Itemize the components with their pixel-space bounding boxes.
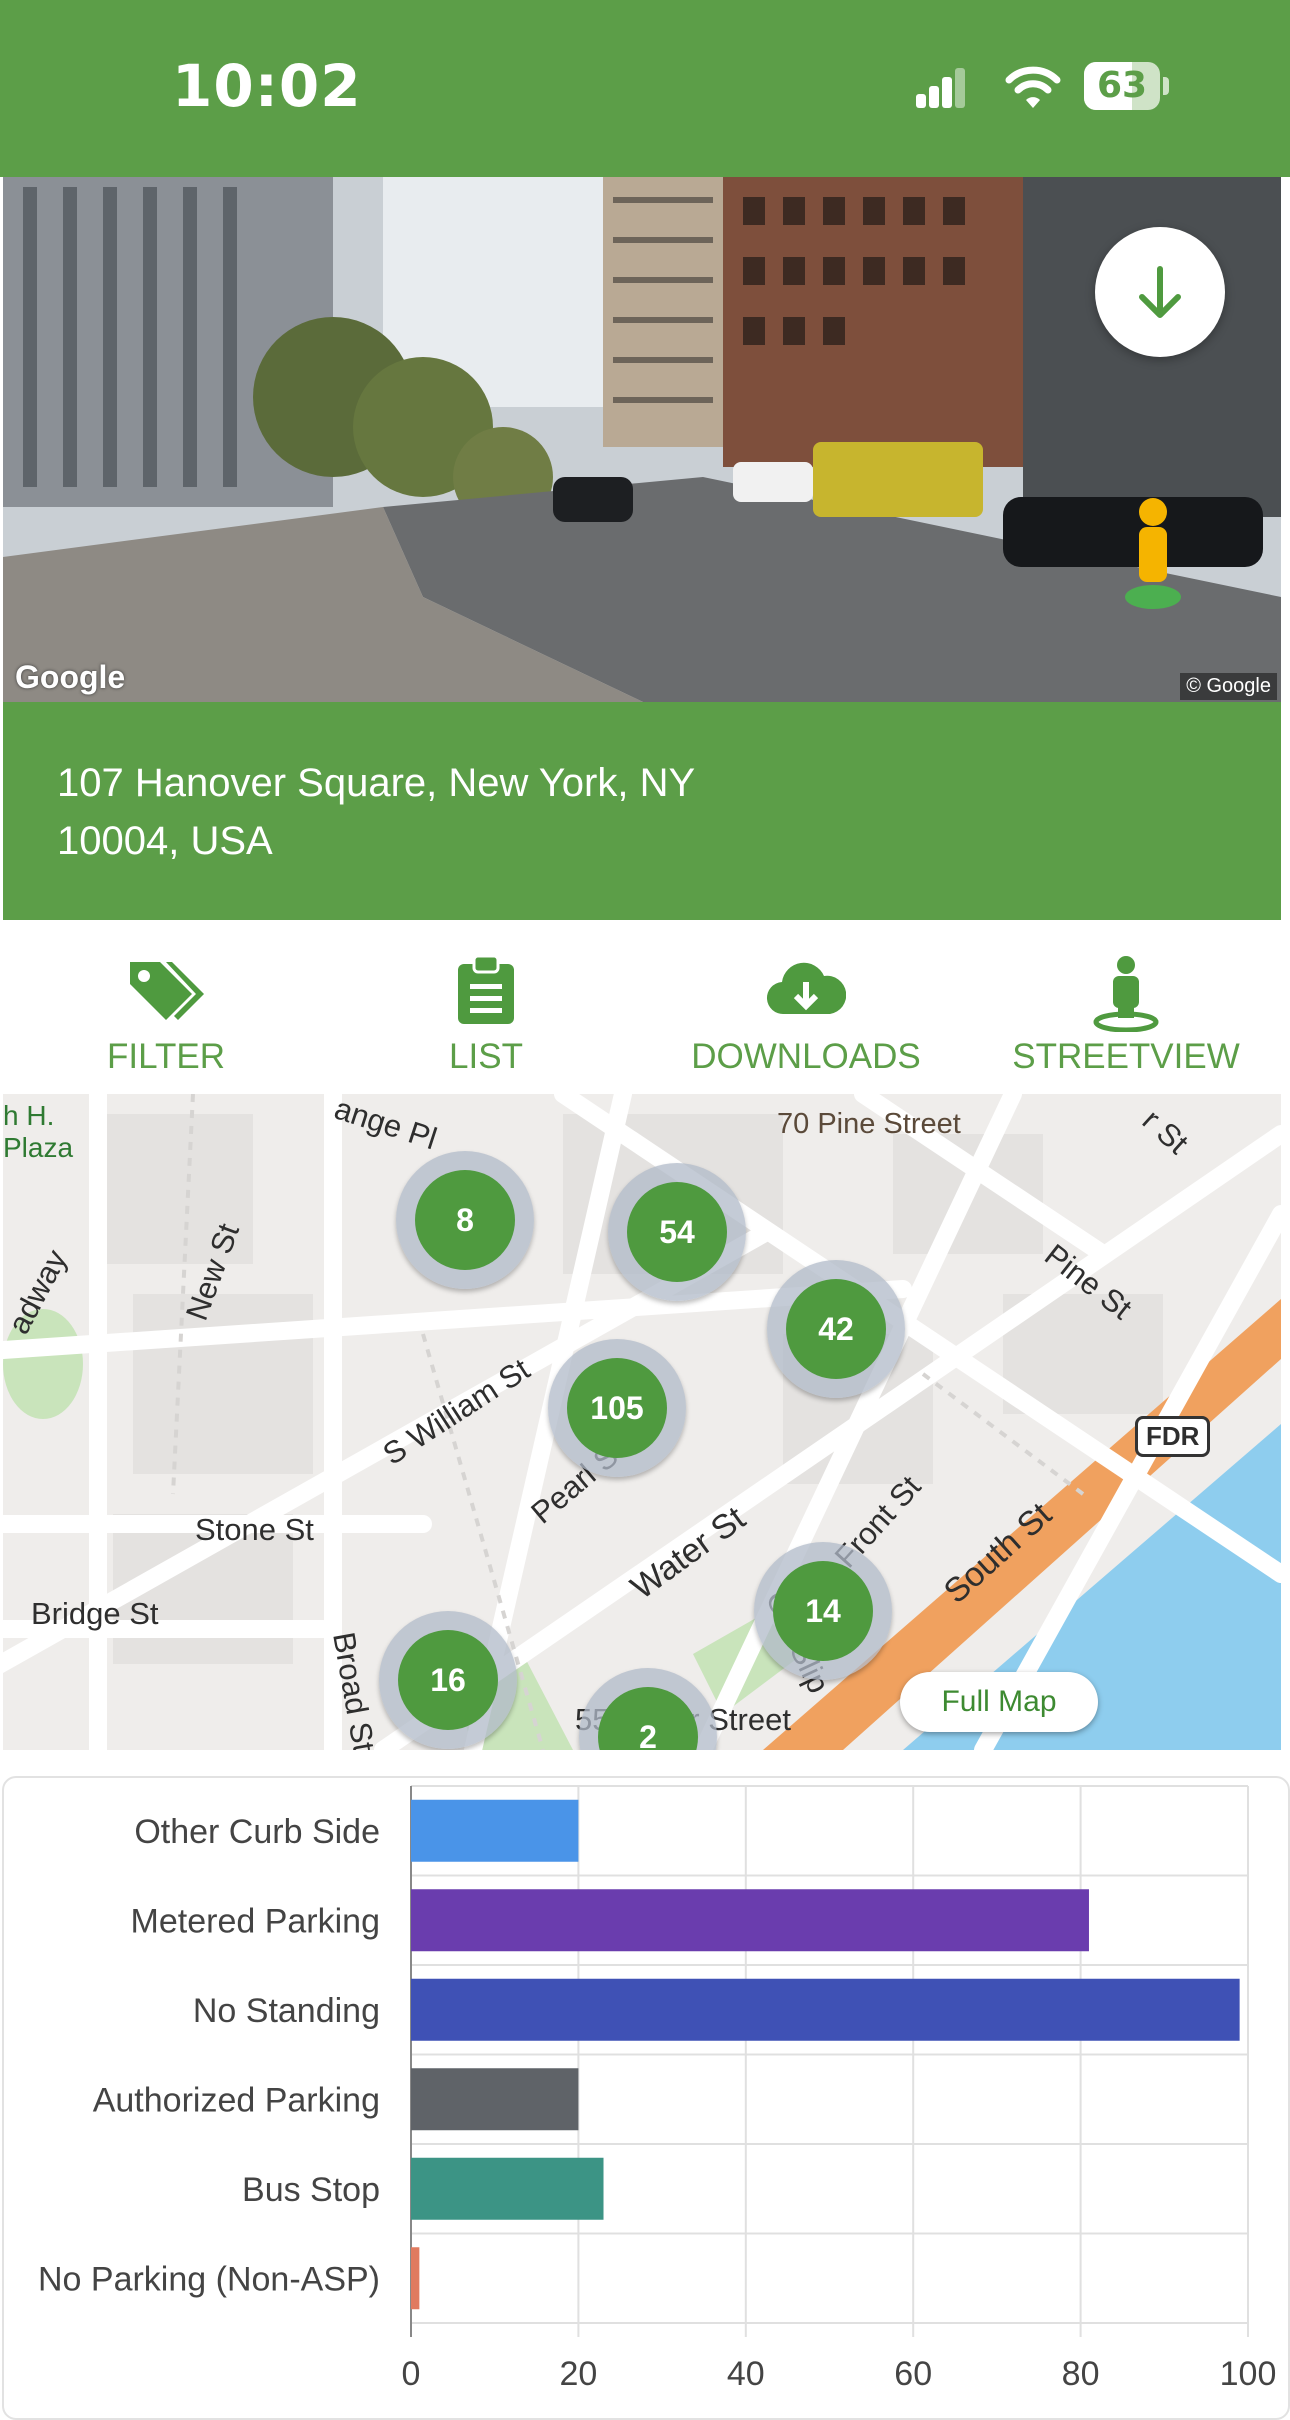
chart-bar bbox=[411, 2157, 604, 2220]
downloads-button[interactable]: DOWNLOADS bbox=[646, 922, 966, 1094]
chart-card: 0 20 40 60 80 100 Other Curb Side Metered Parki… bbox=[2, 1776, 1290, 2420]
address-line-1: 107 Hanover Square, New York, NY bbox=[57, 761, 696, 805]
status-bar: 10:02 63 bbox=[0, 0, 1290, 177]
map-cluster-marker[interactable]: 14 bbox=[754, 1542, 892, 1680]
cellular-signal-icon bbox=[916, 66, 965, 108]
status-time: 10:02 bbox=[172, 52, 362, 120]
street-view-image[interactable]: Google © Google bbox=[3, 177, 1281, 702]
address-line-2: 10004, USA bbox=[57, 819, 273, 863]
google-copyright: © Google bbox=[1180, 673, 1277, 700]
street-view-icon bbox=[1093, 956, 1159, 1032]
chart-bar bbox=[411, 1889, 1089, 1952]
map-cluster-marker[interactable]: 16 bbox=[379, 1611, 517, 1749]
list-label: LIST bbox=[449, 1037, 523, 1076]
map-cluster-marker[interactable]: 105 bbox=[548, 1339, 686, 1477]
chart-bar bbox=[411, 2068, 579, 2131]
map-cluster-marker[interactable]: 8 bbox=[396, 1151, 534, 1289]
filter-button[interactable]: FILTER bbox=[6, 922, 326, 1094]
battery-icon: 63 bbox=[1084, 62, 1169, 110]
tags-icon bbox=[130, 962, 204, 1020]
cluster-count: 8 bbox=[415, 1170, 515, 1270]
map-cluster-marker[interactable]: 54 bbox=[608, 1163, 746, 1301]
filter-label: FILTER bbox=[107, 1037, 225, 1076]
chart-x-tick-label: 0 bbox=[402, 2355, 421, 2393]
list-button[interactable]: LIST bbox=[326, 922, 646, 1094]
google-logo: Google bbox=[15, 659, 126, 695]
map-label-bridge-st: Bridge St bbox=[31, 1596, 159, 1631]
battery-percent: 63 bbox=[1096, 65, 1148, 106]
bar-chart: 0 20 40 60 80 100 Other Curb Side Metered Parki… bbox=[38, 1785, 1277, 2393]
cluster-count: 2 bbox=[598, 1687, 698, 1750]
chart-category-label: Other Curb Side bbox=[134, 1813, 380, 1851]
cluster-count: 42 bbox=[786, 1279, 886, 1379]
chart-x-tick-label: 40 bbox=[727, 2355, 765, 2393]
chart-category-label: Metered Parking bbox=[131, 1902, 380, 1940]
wifi-icon bbox=[1005, 66, 1061, 108]
address-panel: 107 Hanover Square, New York, NY 10004, … bbox=[3, 702, 1281, 920]
downloads-label: DOWNLOADS bbox=[691, 1037, 921, 1076]
chart-category-label: Bus Stop bbox=[242, 2171, 380, 2209]
map-view[interactable]: h H. Plaza ange Pl 70 Pine Street r St P… bbox=[3, 1094, 1281, 1750]
map-label-70-pine-street: 70 Pine Street bbox=[777, 1108, 961, 1140]
cloud-download-icon bbox=[767, 962, 846, 1015]
address-text: 107 Hanover Square, New York, NY 10004, … bbox=[57, 754, 777, 870]
clipboard-list-icon bbox=[458, 956, 514, 1024]
streetview-button[interactable]: STREETVIEW bbox=[966, 922, 1286, 1094]
map-label-stone-st: Stone St bbox=[195, 1512, 314, 1547]
cluster-count: 54 bbox=[627, 1182, 727, 1282]
chart-bar bbox=[411, 2247, 420, 2310]
cluster-count: 16 bbox=[398, 1630, 498, 1730]
chart-category-label: No Parking (Non-ASP) bbox=[38, 2260, 380, 2298]
map-cluster-marker[interactable]: 42 bbox=[767, 1260, 905, 1398]
chart-category-label: Authorized Parking bbox=[93, 2081, 380, 2119]
chart-x-tick-label: 20 bbox=[559, 2355, 597, 2393]
download-button[interactable] bbox=[1095, 227, 1225, 357]
cluster-count: 14 bbox=[773, 1561, 873, 1661]
map-label-plaza: h H. Plaza bbox=[3, 1100, 74, 1163]
action-bar: FILTER LIST DOWNLOADS STREETVIEW bbox=[3, 922, 1281, 1094]
fdr-route-shield: FDR bbox=[1135, 1416, 1211, 1457]
chart-x-tick-label: 60 bbox=[894, 2355, 932, 2393]
chart-bar bbox=[411, 1978, 1240, 2041]
chart-category-label: No Standing bbox=[193, 1992, 380, 2030]
cluster-count: 105 bbox=[567, 1358, 667, 1458]
full-map-button[interactable]: Full Map bbox=[900, 1672, 1098, 1732]
chart-x-tick-label: 80 bbox=[1062, 2355, 1100, 2393]
chart-x-tick-label: 100 bbox=[1220, 2355, 1277, 2393]
chart-bar bbox=[411, 1799, 579, 1862]
streetview-label: STREETVIEW bbox=[1012, 1037, 1240, 1076]
arrow-down-icon bbox=[1139, 266, 1181, 318]
street-scene-illustration bbox=[3, 177, 1281, 702]
